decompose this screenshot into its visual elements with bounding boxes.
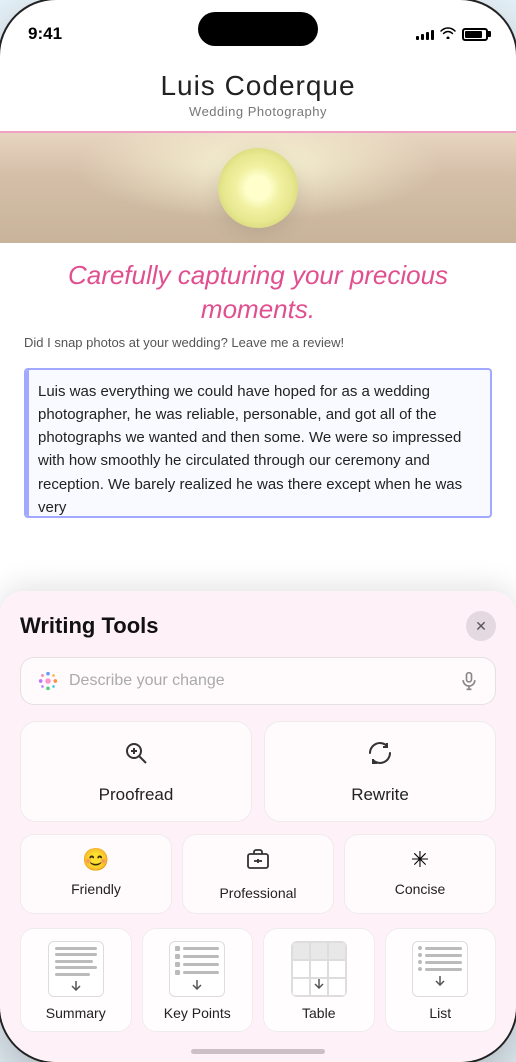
panel-title: Writing Tools [20, 613, 159, 639]
battery-icon [462, 28, 488, 41]
professional-icon [246, 847, 270, 877]
close-icon: ✕ [475, 618, 487, 635]
friendly-label: Friendly [71, 881, 121, 897]
concise-icon: ✳ [411, 847, 429, 873]
dynamic-island [198, 12, 318, 46]
home-indicator [191, 1049, 325, 1054]
status-time: 9:41 [28, 24, 62, 44]
concise-label: Concise [395, 881, 446, 897]
key-points-icon [169, 941, 225, 997]
site-subtitle: Wedding Photography [20, 104, 496, 119]
site-tagline: Carefully capturing your precious moment… [0, 243, 516, 335]
signal-bar-3 [426, 32, 429, 40]
hero-image [0, 133, 516, 243]
professional-label: Professional [219, 885, 296, 901]
format-tools-row: Summary Key Points [20, 928, 496, 1032]
key-points-button[interactable]: Key Points [142, 928, 254, 1032]
friendly-icon: 😊 [82, 847, 109, 873]
list-label: List [429, 1005, 451, 1021]
key-points-label: Key Points [164, 1005, 231, 1021]
list-button[interactable]: List [385, 928, 497, 1032]
signal-bar-1 [416, 36, 419, 40]
rewrite-icon [365, 738, 395, 775]
concise-button[interactable]: ✳ Concise [344, 834, 496, 914]
table-icon [291, 941, 347, 997]
review-text-box[interactable]: Luis was everything we could have hoped … [24, 368, 492, 518]
phone-frame: 9:41 Luis Coderque Weddin [0, 0, 516, 1062]
microphone-icon [459, 671, 479, 691]
rewrite-label: Rewrite [351, 785, 409, 805]
website-content: Luis Coderque Wedding Photography Carefu… [0, 54, 516, 518]
signal-bars-icon [416, 28, 434, 40]
list-icon [412, 941, 468, 997]
main-tools-row: Proofread Rewrite [20, 721, 496, 822]
close-button[interactable]: ✕ [466, 611, 496, 641]
sparkle-icon [37, 670, 59, 692]
signal-bar-2 [421, 34, 424, 40]
proofread-label: Proofread [99, 785, 174, 805]
hero-flowers-decoration [218, 148, 298, 228]
review-prompt: Did I snap photos at your wedding? Leave… [0, 335, 516, 360]
friendly-button[interactable]: 😊 Friendly [20, 834, 172, 914]
review-text: Luis was everything we could have hoped … [38, 383, 462, 516]
status-icons [416, 27, 488, 42]
site-title: Luis Coderque [20, 70, 496, 102]
summary-icon [48, 941, 104, 997]
proofread-icon [121, 738, 151, 775]
table-button[interactable]: Table [263, 928, 375, 1032]
proofread-button[interactable]: Proofread [20, 721, 252, 822]
battery-fill [465, 31, 482, 38]
rewrite-button[interactable]: Rewrite [264, 721, 496, 822]
panel-header: Writing Tools ✕ [20, 611, 496, 641]
table-label: Table [302, 1005, 335, 1021]
tone-tools-row: 😊 Friendly Professional ✳ Concise [20, 834, 496, 914]
search-placeholder: Describe your change [69, 672, 449, 690]
professional-button[interactable]: Professional [182, 834, 334, 914]
writing-tools-panel: Writing Tools ✕ Describe your change [0, 591, 516, 1062]
signal-bar-4 [431, 30, 434, 40]
search-bar[interactable]: Describe your change [20, 657, 496, 705]
summary-label: Summary [46, 1005, 106, 1021]
wifi-icon [440, 27, 456, 42]
site-header: Luis Coderque Wedding Photography [0, 54, 516, 133]
summary-button[interactable]: Summary [20, 928, 132, 1032]
hero-image-inner [0, 133, 516, 243]
